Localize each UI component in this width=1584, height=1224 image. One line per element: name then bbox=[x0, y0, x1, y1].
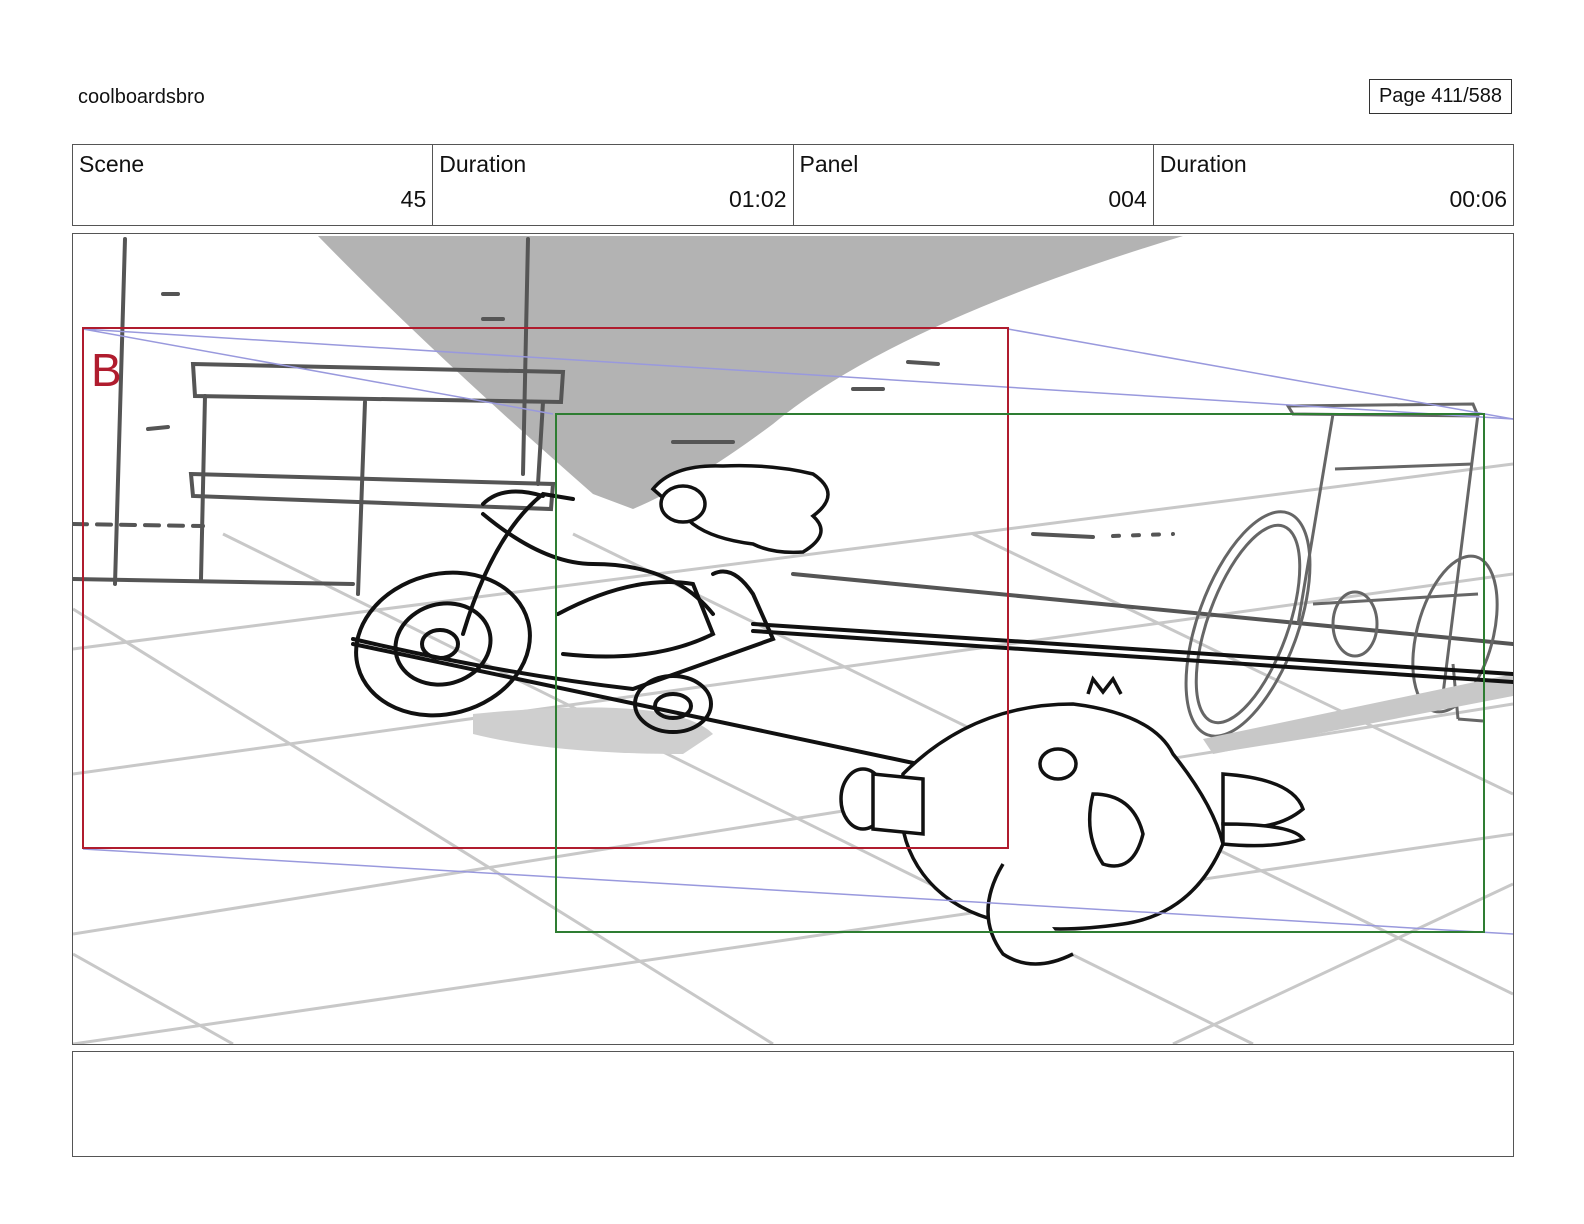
storyboard-frame: B bbox=[72, 233, 1514, 1045]
panel-label: Panel bbox=[799, 151, 859, 177]
camera-b-label: B bbox=[91, 344, 122, 396]
scene-duration-cell: Duration 01:02 bbox=[433, 145, 794, 225]
scene-duration-label: Duration bbox=[439, 151, 527, 177]
panel-info-table: Scene 45 Duration 01:02 Panel 004 Durati… bbox=[72, 144, 1514, 226]
scene-duration-value: 01:02 bbox=[728, 186, 787, 212]
studio-name: coolboardsbro bbox=[78, 86, 205, 108]
bicycle-shadow bbox=[1203, 674, 1513, 754]
rider bbox=[650, 463, 830, 555]
panel-value: 004 bbox=[1108, 186, 1147, 212]
panel-duration-label: Duration bbox=[1159, 151, 1247, 177]
page-number: Page 411/588 bbox=[1369, 79, 1512, 114]
panel-cell: Panel 004 bbox=[794, 145, 1154, 225]
scene-label: Scene bbox=[79, 151, 145, 177]
panel-duration-value: 00:06 bbox=[1449, 186, 1507, 212]
panel-notes bbox=[72, 1051, 1514, 1157]
storyboard-drawing: B bbox=[73, 236, 1513, 1044]
scene-cell: Scene 45 bbox=[73, 145, 434, 225]
panel-duration-cell: Duration 00:06 bbox=[1154, 145, 1513, 225]
scene-value: 45 bbox=[400, 186, 427, 212]
